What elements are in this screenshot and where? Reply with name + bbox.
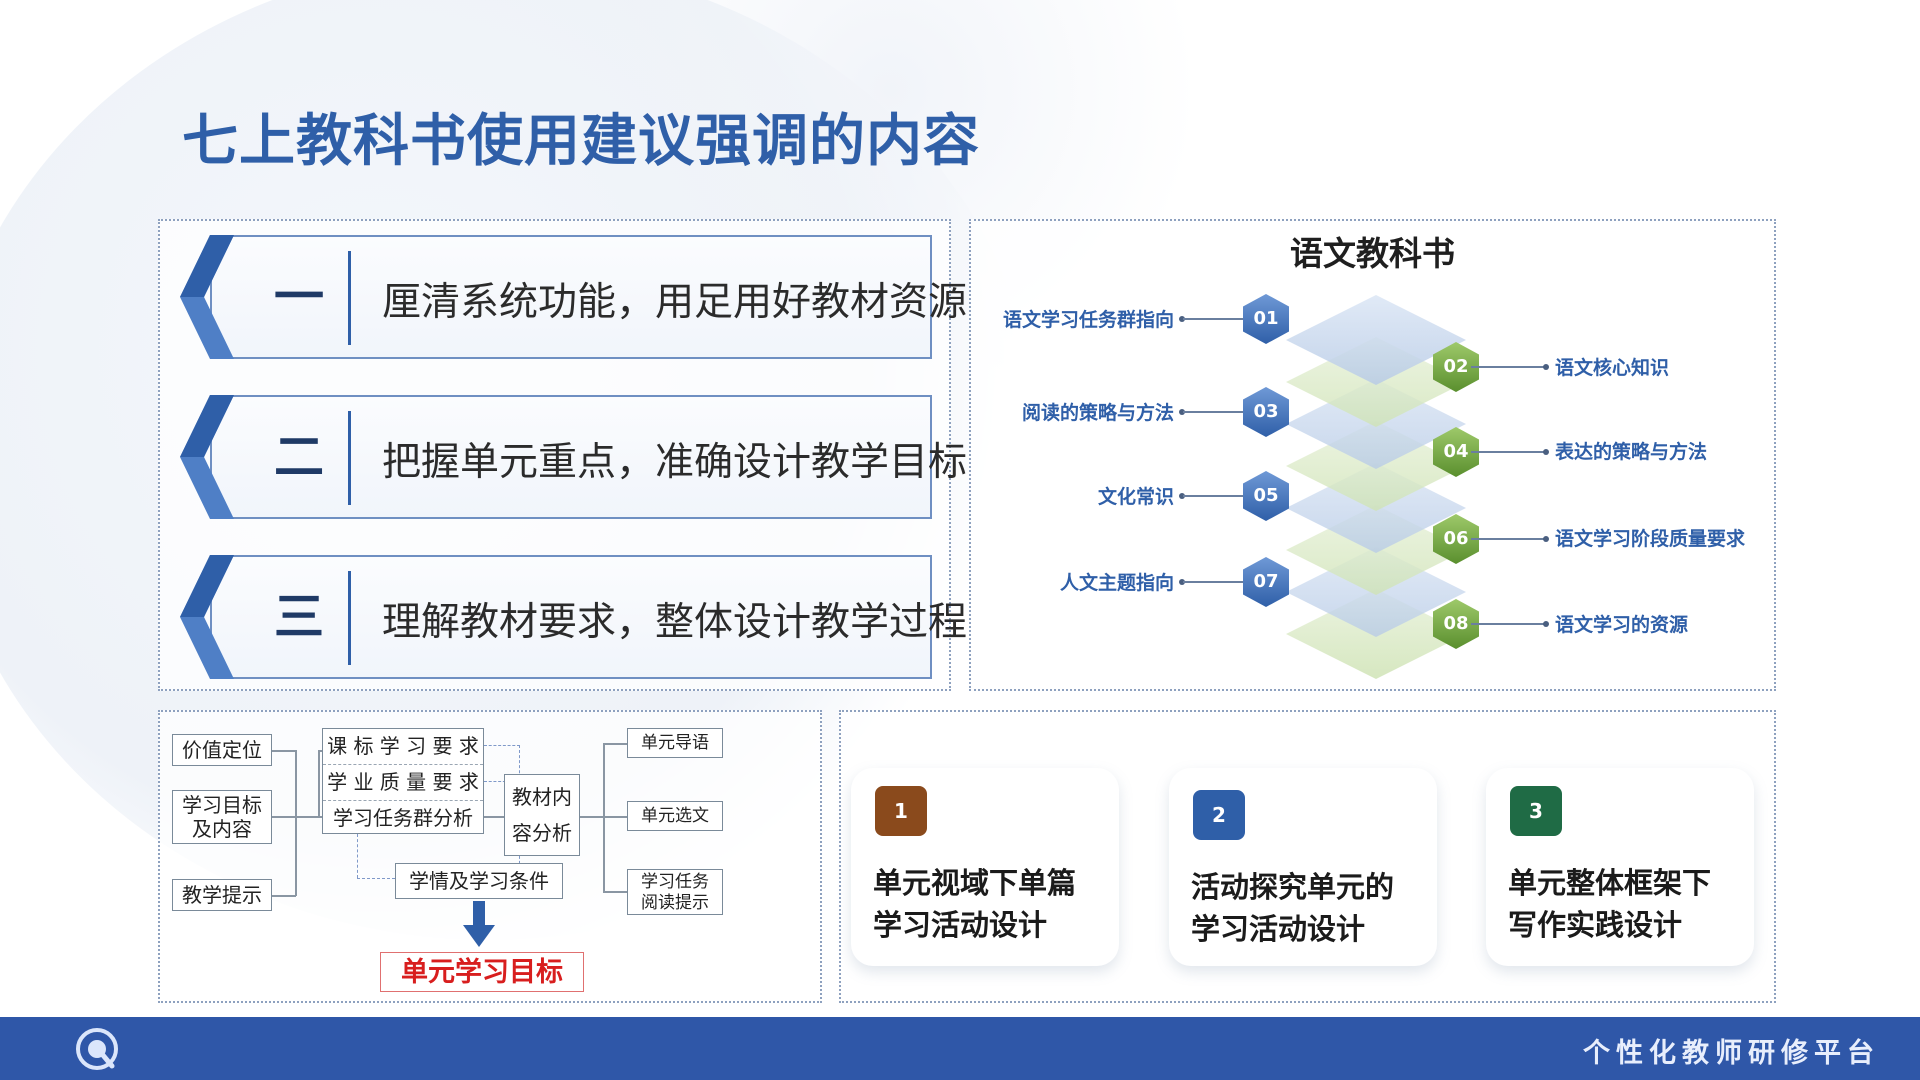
down-arrow-icon [463, 901, 495, 947]
principle-text: 理解教材要求，整体设计教学过程 [382, 600, 968, 645]
flow-box-situation: 学情及学习条件 [395, 863, 563, 899]
node-label: 语文学习的资源 [1555, 614, 1689, 636]
platform-logo-icon [76, 1028, 118, 1070]
flow-box-task-hints: 学习任务 阅读提示 [627, 869, 723, 915]
connector-line [1471, 451, 1545, 453]
node-label: 文化常识 [1097, 486, 1174, 508]
flow-label: 学 业 质 量 要 求 [323, 765, 483, 801]
connector-line [580, 816, 604, 818]
activity-card: 1 单元视域下单篇 学习活动设计 [851, 768, 1119, 966]
principle-text: 把握单元重点，准确设计教学目标 [382, 440, 968, 485]
connector-line [484, 816, 504, 818]
principle-item: 三 理解教材要求，整体设计教学过程 [180, 555, 967, 679]
platform-name: 个性化教师研修平台 [1583, 1038, 1880, 1069]
flow-label: 单元导语 [641, 733, 709, 753]
principle-item: 二 把握单元重点，准确设计教学目标 [180, 395, 967, 519]
node-label: 语文学习阶段质量要求 [1555, 528, 1746, 550]
card-number-badge: 3 [1510, 786, 1562, 836]
flow-label: 学习任务 [641, 872, 709, 892]
connector-line [272, 816, 296, 818]
flow-label: 单元选文 [641, 806, 709, 826]
card-number-badge: 1 [875, 786, 927, 836]
flow-box-content-analysis: 教材内 容分析 [504, 774, 580, 856]
flow-box-value: 价值定位 [172, 734, 272, 766]
flow-label: 容分析 [512, 821, 572, 845]
connector-line [603, 743, 627, 745]
connector-line [295, 816, 319, 818]
node-label: 语文学习任务群指向 [1002, 309, 1174, 331]
dashed-connector [357, 878, 395, 879]
chevron-icon [180, 235, 234, 359]
activity-card: 2 活动探究单元的 学习活动设计 [1169, 768, 1437, 966]
goal-flowchart-panel: 价值定位 学习目标 及内容 教学提示 课 标 学 习 要 求 学 业 质 量 要… [158, 710, 822, 1003]
principle-item: 一 厘清系统功能，用足用好教材资源 [180, 235, 967, 359]
flow-box-hint: 教学提示 [172, 879, 272, 911]
unit-goal-target: 单元学习目标 [380, 952, 584, 992]
connector-line [603, 816, 627, 818]
flow-label: 学情及学习条件 [409, 869, 549, 893]
connector-line [1471, 366, 1545, 368]
connector-line [272, 750, 296, 752]
connector-line [272, 895, 296, 897]
flow-box-unit-intro: 单元导语 [627, 728, 723, 758]
flow-label: 阅读提示 [641, 893, 709, 913]
card-title-line: 活动探究单元的 [1191, 870, 1395, 904]
connector-dot [1543, 621, 1549, 627]
activity-cards-panel: 1 单元视域下单篇 学习活动设计 2 活动探究单元的 学习活动设计 3 单元整体… [839, 710, 1776, 1003]
divider [348, 251, 351, 345]
flow-label: 价值定位 [182, 738, 262, 762]
card-title-line: 写作实践设计 [1508, 908, 1683, 942]
connector-line [603, 743, 605, 892]
connector-line [318, 750, 320, 817]
node-label: 阅读的策略与方法 [1021, 402, 1174, 424]
card-title-line: 单元视域下单篇 [873, 866, 1077, 900]
dashed-connector [484, 745, 520, 746]
flow-box-unit-texts: 单元选文 [627, 801, 723, 831]
diagram-title: 语文教科书 [1290, 234, 1455, 273]
activity-card: 3 单元整体框架下 写作实践设计 [1486, 768, 1754, 966]
textbook-diagram-panel: 语文教科书 语文学习任务群指向 01 阅读的策略与方法 03 文化常识 05 人… [969, 219, 1776, 691]
chevron-icon [180, 395, 234, 519]
principles-panel: 一 厘清系统功能，用足用好教材资源 二 把握单元重点，准确设计教学目标 三 理解… [158, 219, 967, 691]
card-title: 单元视域下单篇 学习活动设计 [873, 862, 1113, 946]
node-label: 表达的策略与方法 [1555, 441, 1708, 463]
flow-box-goal: 学习目标 及内容 [172, 790, 272, 844]
divider [348, 571, 351, 665]
chevron-icon [180, 555, 234, 679]
connector-line [603, 891, 627, 893]
footer-bar: 个性化教师研修平台 [0, 1017, 1920, 1080]
card-title-line: 学习活动设计 [873, 908, 1048, 942]
card-title: 单元整体框架下 写作实践设计 [1508, 862, 1748, 946]
connector-dot [1543, 449, 1549, 455]
flow-label: 教学提示 [182, 883, 262, 907]
connector-dot [1543, 536, 1549, 542]
card-title-line: 学习活动设计 [1191, 912, 1366, 946]
flow-box-standards: 课 标 学 习 要 求 学 业 质 量 要 求 学习任务群分析 [322, 728, 484, 834]
principle-number: 三 [274, 588, 324, 646]
flow-label: 教材内 [512, 785, 572, 809]
principle-number: 二 [274, 428, 324, 486]
connector-line [1471, 623, 1545, 625]
connector-line [1471, 538, 1545, 540]
principle-number: 一 [274, 268, 324, 326]
node-label: 语文核心知识 [1555, 357, 1670, 379]
flow-label: 及内容 [192, 817, 252, 841]
principle-text: 厘清系统功能，用足用好教材资源 [382, 280, 968, 325]
card-number-badge: 2 [1193, 790, 1245, 840]
connector-dot [1543, 364, 1549, 370]
flow-label: 学习目标 [182, 793, 262, 817]
card-title-line: 单元整体框架下 [1508, 866, 1712, 900]
connector-line [295, 750, 297, 896]
flow-label: 学习任务群分析 [333, 806, 473, 830]
node-label: 人文主题指向 [1059, 572, 1174, 594]
divider [348, 411, 351, 505]
dashed-connector [357, 834, 358, 878]
card-title: 活动探究单元的 学习活动设计 [1191, 866, 1431, 950]
page-title: 七上教科书使用建议强调的内容 [182, 109, 980, 174]
flow-label: 课 标 学 习 要 求 [323, 729, 483, 765]
